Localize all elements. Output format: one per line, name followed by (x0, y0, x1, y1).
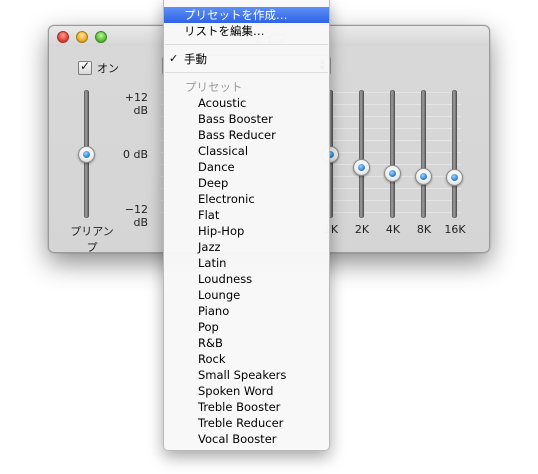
db-label-top: +12 dB (124, 91, 148, 117)
menu-item-preset[interactable]: Electronic (164, 191, 329, 207)
menu-separator (165, 44, 328, 45)
band-slider-track[interactable] (421, 90, 426, 218)
menu-separator (165, 72, 328, 73)
band-slider-track[interactable] (452, 90, 457, 218)
menu-item-preset[interactable]: Bass Booster (164, 111, 329, 127)
menu-item-preset[interactable]: Rock (164, 351, 329, 367)
menu-item-preset[interactable]: Acoustic (164, 95, 329, 111)
menu-item-preset[interactable]: Treble Booster (164, 399, 329, 415)
menu-item-preset[interactable]: Bass Reducer (164, 127, 329, 143)
preamp-slider-knob[interactable] (78, 145, 95, 163)
menu-item-preset[interactable]: Treble Reducer (164, 415, 329, 431)
menu-item-preset[interactable]: Classical (164, 143, 329, 159)
checkmark-icon: ✓ (169, 52, 179, 65)
band-slider-knob[interactable] (446, 168, 463, 186)
menu-section-header: プリセット (185, 80, 243, 94)
menu-item-preset[interactable]: Latin (164, 255, 329, 271)
menu-item-preset[interactable]: Hip-Hop (164, 223, 329, 239)
band-slider-knob[interactable] (384, 165, 401, 183)
on-checkbox[interactable]: ✓ (78, 59, 92, 75)
db-label-mid: 0 dB (122, 148, 148, 161)
menu-item-preset[interactable]: Pop (164, 319, 329, 335)
menu-item-preset[interactable]: Loudness (164, 271, 329, 287)
menu-item-preset[interactable]: R&B (164, 335, 329, 351)
menu-item-preset[interactable]: Spoken Word (164, 383, 329, 399)
menu-item-preset[interactable]: Piano (164, 303, 329, 319)
menu-item-manual[interactable]: ✓ 手動 (164, 51, 329, 67)
band-slider-track[interactable] (359, 90, 364, 218)
on-toggle[interactable]: ✓ オン (78, 59, 119, 76)
menu-item-preset[interactable]: Vocal Booster (164, 431, 329, 447)
band-slider-track[interactable] (390, 90, 395, 218)
menu-item-preset[interactable]: Deep (164, 175, 329, 191)
menu-item-preset[interactable]: Jazz (164, 239, 329, 255)
band-slider-knob[interactable] (353, 158, 370, 176)
band-slider-knob[interactable] (415, 167, 432, 185)
menu-item-preset[interactable]: Flat (164, 207, 329, 223)
preset-menu: プリセットを作成… リストを編集… ✓ 手動 プリセット Acoustic Bas… (163, 0, 330, 451)
checkmark-icon: ✓ (80, 59, 91, 73)
band-frequency-label: 16K (444, 223, 466, 236)
menu-item-preset[interactable]: Dance (164, 159, 329, 175)
menu-item-preset[interactable]: Lounge (164, 287, 329, 303)
menu-item-manual-label: 手動 (184, 52, 207, 66)
preamp-label: プリアンプ (70, 225, 114, 254)
menu-item-edit-list[interactable]: リストを編集… (164, 23, 329, 39)
menu-item-preset[interactable]: Small Speakers (164, 367, 329, 383)
on-label: オン (97, 62, 119, 75)
menu-item-create-preset[interactable]: プリセットを作成… (164, 7, 329, 23)
